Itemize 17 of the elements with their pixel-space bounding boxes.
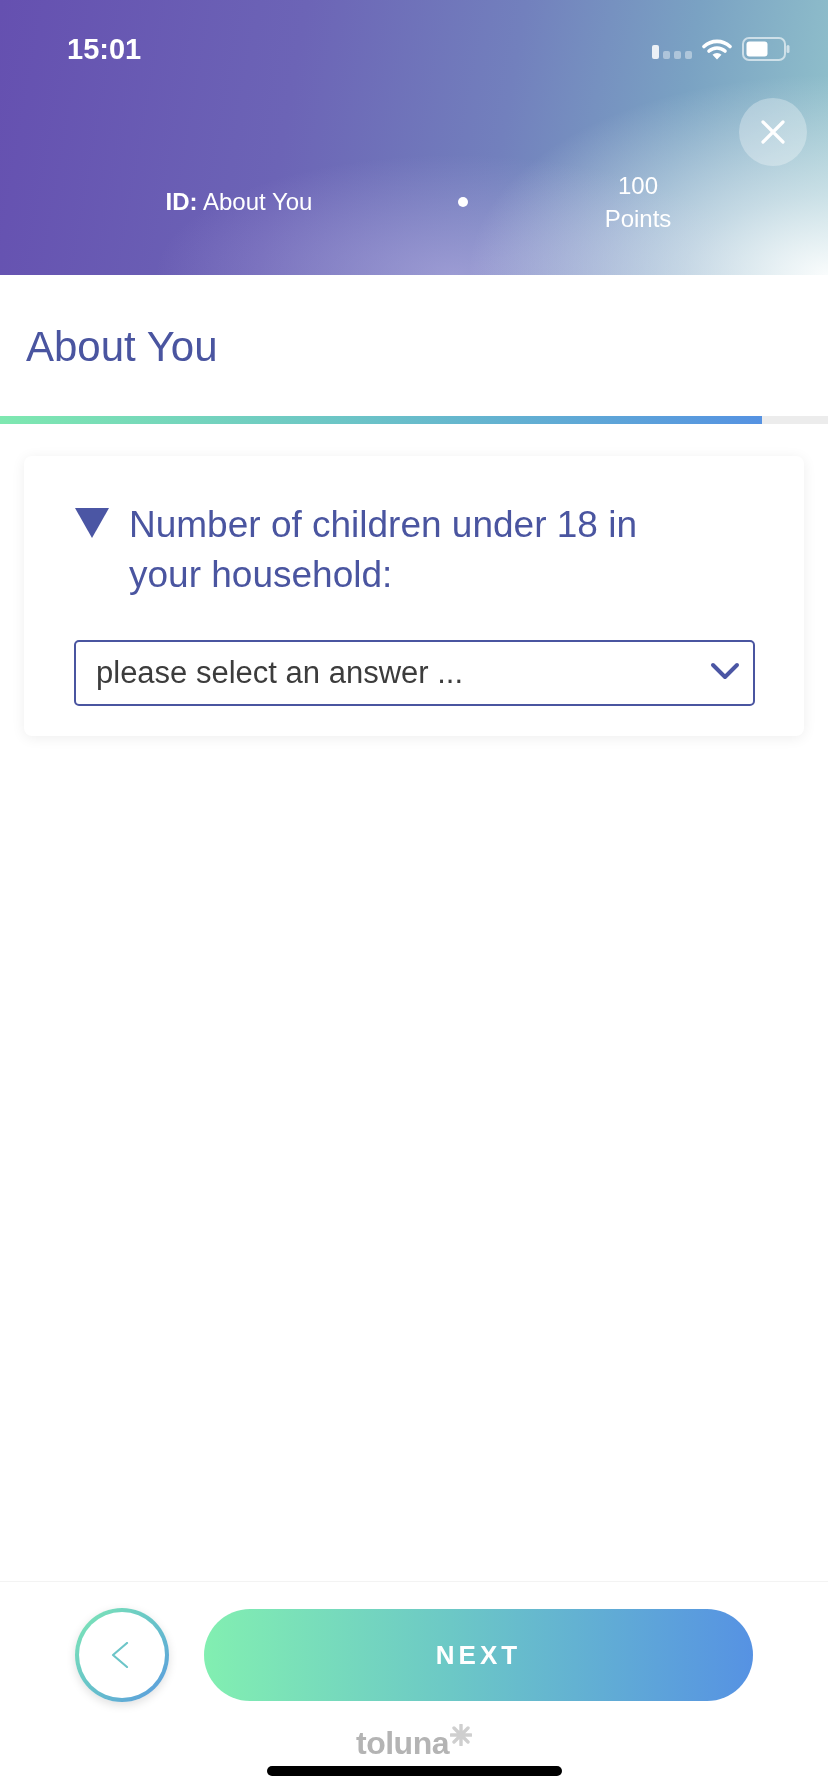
wifi-icon bbox=[702, 38, 732, 60]
dot-icon bbox=[458, 197, 468, 207]
close-icon bbox=[761, 120, 785, 144]
triangle-down-icon bbox=[75, 508, 109, 538]
signal-icon bbox=[652, 45, 692, 59]
points-label: Points bbox=[604, 204, 672, 234]
section-label: ID: About You bbox=[165, 188, 313, 216]
status-time: 15:01 bbox=[67, 32, 142, 66]
points-value: 100 bbox=[617, 171, 658, 201]
logo-text: toluna bbox=[356, 1724, 449, 1762]
chevron-left-icon bbox=[111, 1642, 129, 1668]
answer-select[interactable]: please select an answer ... bbox=[74, 640, 755, 706]
battery-icon bbox=[742, 37, 790, 61]
page-title: About You bbox=[26, 321, 218, 371]
question-text: Number of children under 18 in your household: bbox=[129, 503, 638, 597]
chevron-down-icon bbox=[710, 662, 740, 680]
asterisk-icon bbox=[450, 1724, 472, 1746]
